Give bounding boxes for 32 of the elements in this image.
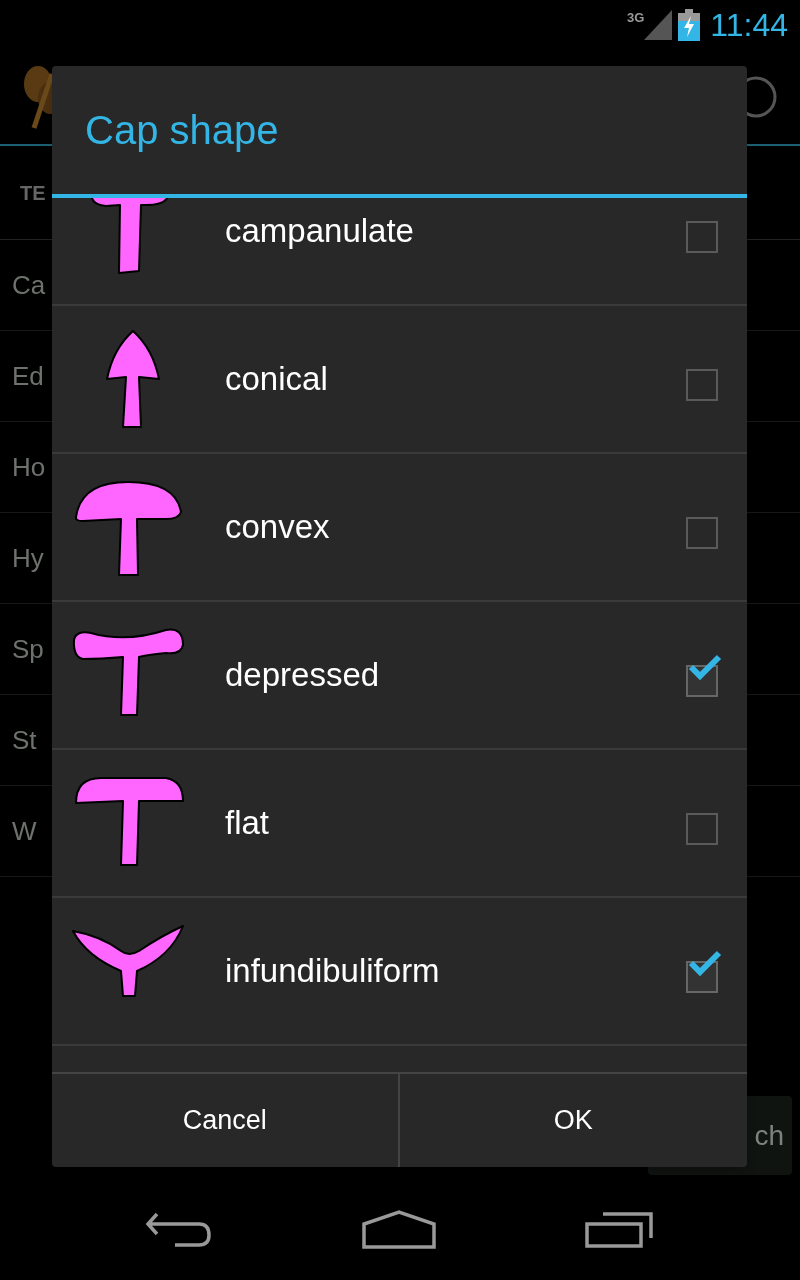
- recent-apps-icon[interactable]: [585, 1212, 656, 1248]
- list-item[interactable]: W: [12, 811, 37, 851]
- tab[interactable]: TE: [20, 177, 46, 208]
- dialog-button[interactable]: OK: [399, 1074, 747, 1167]
- list-item[interactable]: St: [12, 720, 37, 760]
- option-label: flat: [225, 803, 271, 844]
- dialog-button[interactable]: Cancel: [52, 1074, 400, 1167]
- list-item[interactable]: Hy: [12, 538, 44, 578]
- checkmark-icon: [688, 653, 724, 681]
- clock: 11:44: [710, 6, 788, 45]
- signal-icon: [644, 10, 673, 40]
- checkmark-icon: [688, 949, 724, 977]
- list-item[interactable]: Ed: [12, 356, 44, 396]
- list-item[interactable]: Ho: [12, 447, 46, 487]
- dialog-title: Cap shape: [85, 107, 279, 154]
- option-label: depressed: [225, 655, 381, 696]
- option-row[interactable]: flat: [52, 750, 747, 898]
- option-label: conical: [225, 359, 329, 400]
- option-row[interactable]: conical: [52, 306, 747, 454]
- option-row[interactable]: campanulate: [52, 198, 747, 306]
- list-item[interactable]: Ca: [12, 265, 46, 305]
- option-label: convex: [225, 507, 331, 548]
- option-row[interactable]: convex: [52, 454, 747, 602]
- back-icon[interactable]: [144, 1212, 213, 1248]
- option-label: campanulate: [225, 211, 415, 252]
- option-row[interactable]: infundibuliform: [52, 898, 747, 1046]
- option-row[interactable]: depressed: [52, 602, 747, 750]
- battery-icon: [678, 9, 701, 41]
- option-label: infundibuliform: [225, 951, 441, 992]
- home-icon[interactable]: [362, 1210, 436, 1250]
- network-type: 3G: [626, 9, 645, 27]
- list-item[interactable]: Sp: [12, 629, 44, 669]
